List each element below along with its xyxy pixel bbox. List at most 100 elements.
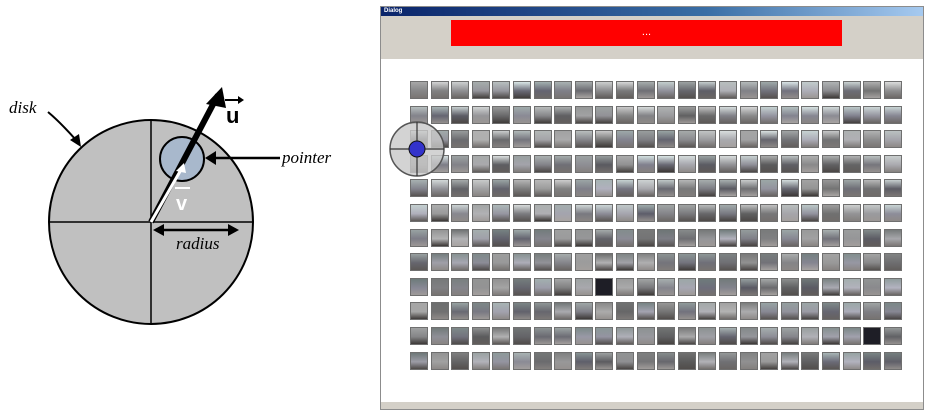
image-thumbnail[interactable] — [595, 81, 613, 99]
dialog-titlebar[interactable]: Dialog — [381, 7, 923, 16]
image-thumbnail[interactable] — [513, 278, 531, 296]
image-thumbnail[interactable] — [719, 81, 737, 99]
image-thumbnail[interactable] — [451, 81, 469, 99]
image-thumbnail[interactable] — [863, 327, 881, 345]
image-thumbnail[interactable] — [472, 81, 490, 99]
image-thumbnail[interactable] — [554, 155, 572, 173]
image-thumbnail[interactable] — [534, 253, 552, 271]
image-thumbnail[interactable] — [698, 352, 716, 370]
image-thumbnail[interactable] — [451, 130, 469, 148]
image-thumbnail[interactable] — [554, 130, 572, 148]
image-thumbnail[interactable] — [698, 278, 716, 296]
image-thumbnail[interactable] — [740, 81, 758, 99]
image-thumbnail[interactable] — [822, 204, 840, 222]
circular-pointer-icon[interactable] — [388, 120, 446, 178]
image-thumbnail[interactable] — [534, 130, 552, 148]
image-thumbnail[interactable] — [431, 81, 449, 99]
image-thumbnail[interactable] — [863, 155, 881, 173]
image-thumbnail[interactable] — [492, 179, 510, 197]
image-thumbnail[interactable] — [719, 204, 737, 222]
image-thumbnail[interactable] — [595, 204, 613, 222]
image-thumbnail[interactable] — [595, 253, 613, 271]
image-thumbnail[interactable] — [637, 81, 655, 99]
image-thumbnail[interactable] — [616, 327, 634, 345]
image-thumbnail[interactable] — [678, 130, 696, 148]
image-thumbnail[interactable] — [575, 204, 593, 222]
image-thumbnail[interactable] — [472, 130, 490, 148]
image-thumbnail[interactable] — [843, 253, 861, 271]
image-thumbnail[interactable] — [822, 130, 840, 148]
image-thumbnail[interactable] — [657, 204, 675, 222]
image-thumbnail[interactable] — [843, 229, 861, 247]
image-thumbnail[interactable] — [884, 106, 902, 124]
image-thumbnail[interactable] — [884, 253, 902, 271]
image-thumbnail[interactable] — [513, 253, 531, 271]
image-thumbnail[interactable] — [740, 229, 758, 247]
image-thumbnail[interactable] — [534, 352, 552, 370]
image-thumbnail[interactable] — [554, 278, 572, 296]
image-thumbnail[interactable] — [513, 155, 531, 173]
image-thumbnail[interactable] — [472, 179, 490, 197]
image-thumbnail[interactable] — [451, 352, 469, 370]
image-thumbnail[interactable] — [760, 327, 778, 345]
image-thumbnail[interactable] — [657, 253, 675, 271]
image-thumbnail[interactable] — [472, 253, 490, 271]
image-thumbnail[interactable] — [492, 352, 510, 370]
image-thumbnail[interactable] — [657, 327, 675, 345]
image-thumbnail[interactable] — [492, 81, 510, 99]
image-thumbnail[interactable] — [657, 352, 675, 370]
image-thumbnail[interactable] — [534, 106, 552, 124]
image-thumbnail[interactable] — [884, 81, 902, 99]
image-thumbnail[interactable] — [740, 130, 758, 148]
image-thumbnail[interactable] — [492, 327, 510, 345]
image-thumbnail[interactable] — [431, 229, 449, 247]
image-thumbnail[interactable] — [595, 302, 613, 320]
image-thumbnail[interactable] — [513, 179, 531, 197]
image-thumbnail[interactable] — [719, 302, 737, 320]
image-thumbnail[interactable] — [554, 179, 572, 197]
image-thumbnail[interactable] — [863, 302, 881, 320]
image-thumbnail[interactable] — [822, 179, 840, 197]
image-thumbnail[interactable] — [678, 229, 696, 247]
image-thumbnail[interactable] — [843, 327, 861, 345]
image-thumbnail[interactable] — [740, 327, 758, 345]
image-thumbnail[interactable] — [801, 81, 819, 99]
image-thumbnail[interactable] — [698, 229, 716, 247]
image-thumbnail[interactable] — [822, 352, 840, 370]
image-thumbnail[interactable] — [575, 130, 593, 148]
image-thumbnail[interactable] — [410, 327, 428, 345]
image-thumbnail[interactable] — [740, 352, 758, 370]
image-thumbnail[interactable] — [575, 106, 593, 124]
image-thumbnail[interactable] — [472, 204, 490, 222]
image-thumbnail[interactable] — [760, 155, 778, 173]
image-thumbnail[interactable] — [657, 81, 675, 99]
image-thumbnail[interactable] — [431, 302, 449, 320]
image-thumbnail[interactable] — [678, 155, 696, 173]
image-thumbnail[interactable] — [884, 179, 902, 197]
image-thumbnail[interactable] — [554, 229, 572, 247]
image-thumbnail[interactable] — [472, 155, 490, 173]
image-thumbnail[interactable] — [513, 302, 531, 320]
image-thumbnail[interactable] — [698, 253, 716, 271]
image-thumbnail[interactable] — [451, 204, 469, 222]
image-thumbnail[interactable] — [740, 253, 758, 271]
image-thumbnail[interactable] — [431, 278, 449, 296]
image-thumbnail[interactable] — [657, 229, 675, 247]
image-thumbnail[interactable] — [616, 302, 634, 320]
image-thumbnail[interactable] — [534, 81, 552, 99]
image-thumbnail[interactable] — [575, 327, 593, 345]
image-thumbnail[interactable] — [698, 204, 716, 222]
image-thumbnail[interactable] — [534, 155, 552, 173]
image-thumbnail[interactable] — [863, 253, 881, 271]
image-thumbnail[interactable] — [472, 278, 490, 296]
image-thumbnail[interactable] — [637, 352, 655, 370]
image-thumbnail[interactable] — [801, 130, 819, 148]
image-thumbnail[interactable] — [410, 278, 428, 296]
image-thumbnail[interactable] — [781, 130, 799, 148]
image-thumbnail[interactable] — [616, 155, 634, 173]
image-thumbnail[interactable] — [616, 81, 634, 99]
image-thumbnail[interactable] — [884, 352, 902, 370]
image-thumbnail[interactable] — [492, 155, 510, 173]
image-thumbnail[interactable] — [884, 204, 902, 222]
image-thumbnail[interactable] — [657, 302, 675, 320]
